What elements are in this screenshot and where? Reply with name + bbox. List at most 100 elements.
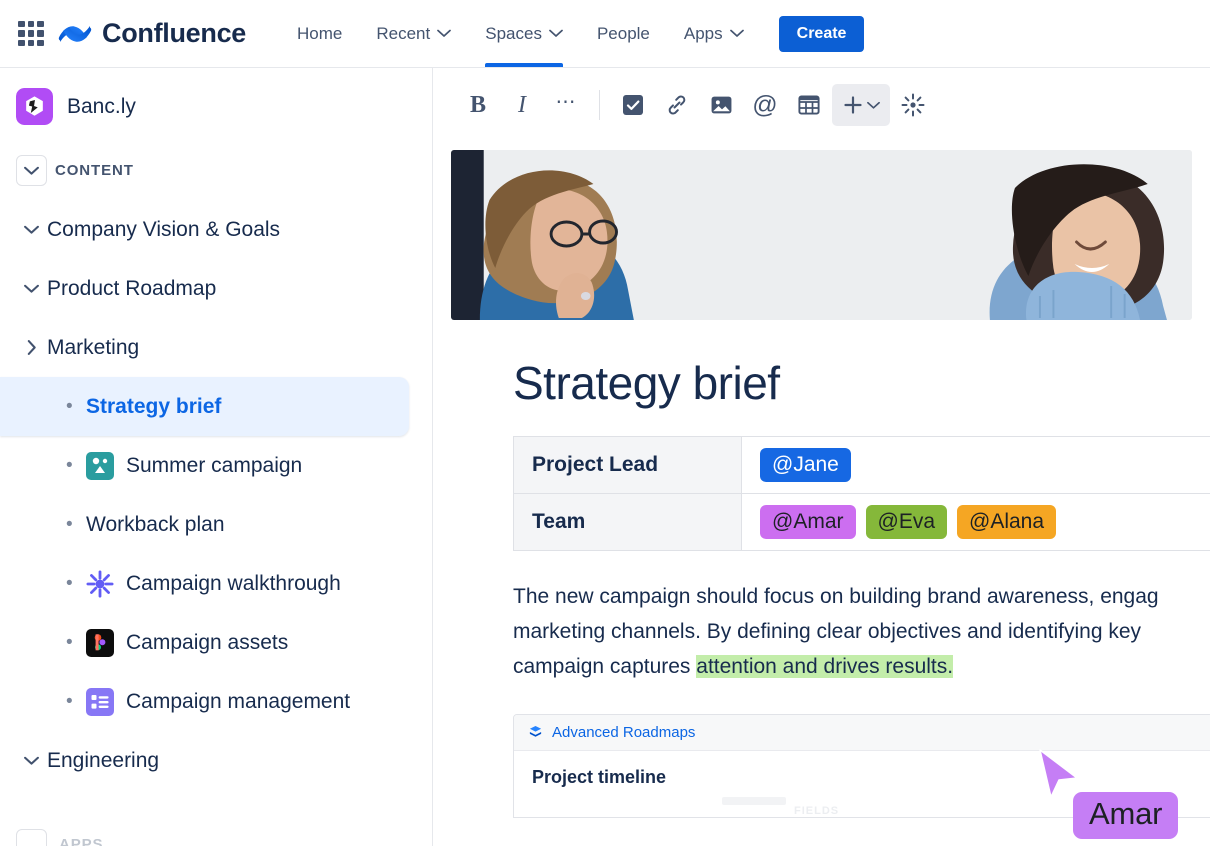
sidebar-item-campaign-management[interactable]: • Campaign management xyxy=(0,672,432,731)
sidebar-item-campaign-walkthrough[interactable]: • Campaign walkthrough xyxy=(0,554,432,613)
more-options-icon[interactable]: ⋯ xyxy=(545,84,587,126)
sidebar-section-label: CONTENT xyxy=(55,162,134,179)
body-paragraph[interactable]: The new campaign should focus on buildin… xyxy=(513,579,1210,684)
primary-nav: Home Recent Spaces People Apps xyxy=(280,0,761,67)
page-cover-image xyxy=(451,150,1192,320)
mention-chip-amar[interactable]: @Amar xyxy=(760,505,856,539)
page-tree: Company Vision & Goals Product Roadmap M… xyxy=(0,200,432,790)
bullet-icon: • xyxy=(66,573,73,594)
chevron-down-icon[interactable] xyxy=(16,155,47,186)
bullet-icon: • xyxy=(66,691,73,712)
chevron-down-icon xyxy=(729,29,744,37)
table-row-header: Team xyxy=(513,493,742,551)
ai-sparkle-icon[interactable] xyxy=(892,84,934,126)
create-button[interactable]: Create xyxy=(778,15,865,52)
grid-apps-icon[interactable] xyxy=(14,17,48,51)
macro-title: Project timeline xyxy=(532,767,667,787)
link-icon[interactable] xyxy=(656,84,698,126)
page-content-area: B I ⋯ @ Strategy brief Project Lead @Jan… xyxy=(433,68,1210,846)
chevron-right-icon[interactable] xyxy=(16,340,47,355)
sidebar-item-label: Campaign assets xyxy=(126,630,289,654)
sidebar-item-label: Strategy brief xyxy=(86,394,222,418)
page-document: Strategy brief Project Lead @Jane Team @… xyxy=(433,356,1210,818)
nav-item-label: Recent xyxy=(376,23,431,43)
trello-board-icon xyxy=(86,451,114,480)
nav-item-recent[interactable]: Recent xyxy=(359,0,468,67)
toolbar-divider xyxy=(599,90,600,120)
insert-plus-icon[interactable] xyxy=(832,84,890,126)
sidebar-item-product-roadmap[interactable]: Product Roadmap xyxy=(0,259,432,318)
task-checkbox-icon[interactable] xyxy=(612,84,654,126)
macro-ghost-bar xyxy=(722,797,786,805)
nav-item-apps[interactable]: Apps xyxy=(667,0,761,67)
active-tab-underline xyxy=(485,63,563,67)
chevron-down-icon xyxy=(549,29,563,37)
chevron-down-icon[interactable] xyxy=(16,225,47,235)
sidebar-item-marketing[interactable]: Marketing xyxy=(0,318,432,377)
chevron-collapsed-icon[interactable] xyxy=(16,829,47,846)
nav-item-home[interactable]: Home xyxy=(280,0,359,67)
space-name: Banc.ly xyxy=(67,94,136,118)
jira-roadmaps-icon xyxy=(529,725,542,737)
sidebar-item-label: Campaign management xyxy=(126,689,351,713)
paragraph-line-1: The new campaign should focus on buildin… xyxy=(513,585,1159,608)
table-row-value[interactable]: @Amar @Eva @Alana xyxy=(741,493,1210,551)
chevron-down-icon xyxy=(867,101,880,109)
mention-icon[interactable]: @ xyxy=(744,84,786,126)
product-name: Confluence xyxy=(102,18,247,48)
image-icon[interactable] xyxy=(700,84,742,126)
sidebar-item-label: Engineering xyxy=(47,748,160,772)
sidebar-item-label: Company Vision & Goals xyxy=(47,217,281,241)
editor-toolbar: B I ⋯ @ xyxy=(433,68,1210,140)
nav-item-people[interactable]: People xyxy=(580,0,667,67)
chevron-down-icon[interactable] xyxy=(16,756,47,766)
space-avatar-icon xyxy=(16,88,53,125)
nav-item-label: Apps xyxy=(683,23,723,43)
jira-list-icon xyxy=(86,687,114,716)
sidebar-section-content[interactable]: CONTENT xyxy=(0,147,432,194)
sidebar-section-label: APPS xyxy=(59,836,104,846)
nav-item-spaces[interactable]: Spaces xyxy=(468,0,580,67)
figma-icon xyxy=(86,628,114,657)
mention-chip-eva[interactable]: @Eva xyxy=(865,505,948,539)
nav-item-label: People xyxy=(596,23,650,43)
paragraph-line-3: campaign captures xyxy=(513,655,697,678)
chevron-down-icon xyxy=(437,29,452,37)
table-row: Project Lead @Jane xyxy=(513,436,1210,494)
highlighted-text: attention and drives results. xyxy=(696,655,954,678)
sidebar-item-engineering[interactable]: Engineering xyxy=(0,731,432,790)
mention-chip-alana[interactable]: @Alana xyxy=(957,505,1057,539)
space-sidebar: Banc.ly CONTENT Company Vision & Goals P… xyxy=(0,68,433,846)
table-row-header: Project Lead xyxy=(513,436,742,494)
top-navigation-bar: Confluence Home Recent Spaces People App… xyxy=(0,0,1210,68)
bullet-icon: • xyxy=(66,632,73,653)
mention-chip-jane[interactable]: @Jane xyxy=(760,448,851,482)
paragraph-line-2: marketing channels. By defining clear ob… xyxy=(513,620,1142,643)
table-icon[interactable] xyxy=(788,84,830,126)
italic-icon[interactable]: I xyxy=(501,84,543,126)
sidebar-item-campaign-assets[interactable]: • Campaign assets xyxy=(0,613,432,672)
nav-item-label: Home xyxy=(297,23,343,43)
table-row-value[interactable]: @Jane xyxy=(741,436,1210,494)
bullet-icon: • xyxy=(66,396,73,417)
bold-icon[interactable]: B xyxy=(457,84,499,126)
space-header[interactable]: Banc.ly xyxy=(0,78,432,139)
chevron-down-icon[interactable] xyxy=(16,284,47,294)
confluence-brand[interactable]: Confluence xyxy=(58,17,246,51)
macro-ghost-label: FIELDS xyxy=(794,805,840,817)
sidebar-item-strategy-brief[interactable]: • Strategy brief xyxy=(0,377,409,436)
sidebar-item-label: Workback plan xyxy=(86,512,225,536)
bullet-icon: • xyxy=(66,514,73,535)
page-title: Strategy brief xyxy=(513,357,780,409)
sidebar-section-apps-partial[interactable]: APPS xyxy=(16,829,103,846)
confluence-logo-icon xyxy=(58,25,92,42)
bullet-icon: • xyxy=(66,455,73,476)
macro-header: Advanced Roadmaps xyxy=(514,715,1210,751)
table-row: Team @Amar @Eva @Alana xyxy=(513,493,1210,551)
macro-name: Advanced Roadmaps xyxy=(552,724,696,741)
sidebar-item-workback-plan[interactable]: • Workback plan xyxy=(0,495,432,554)
sidebar-item-summer-campaign[interactable]: • Summer campaign xyxy=(0,436,432,495)
sidebar-item-company-vision-goals[interactable]: Company Vision & Goals xyxy=(0,200,432,259)
sidebar-item-label: Product Roadmap xyxy=(47,276,217,300)
collaborator-label-amar: Amar xyxy=(1073,792,1179,839)
